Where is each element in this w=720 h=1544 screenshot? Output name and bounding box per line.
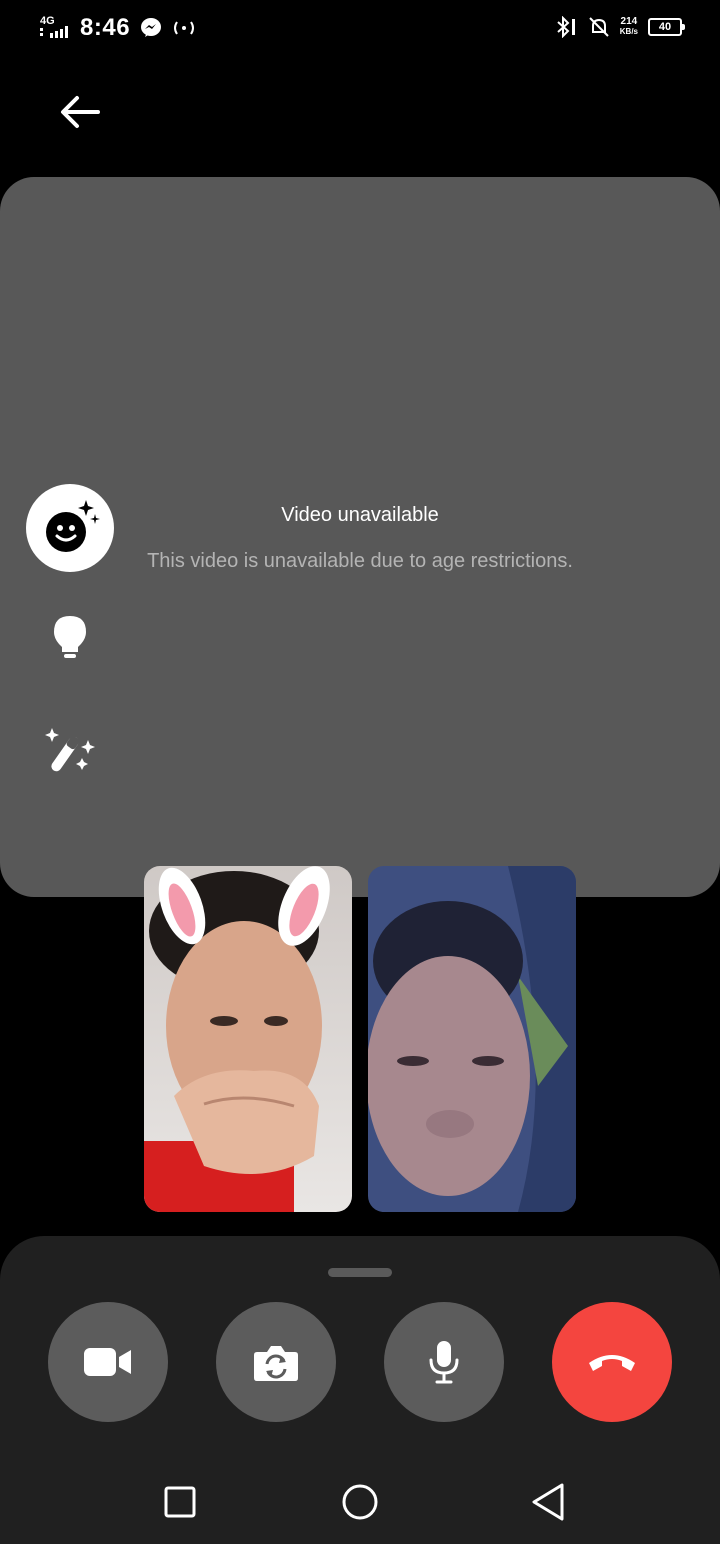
nav-back-button[interactable] [522,1476,574,1528]
signal-indicator: 4G [40,16,70,40]
battery-indicator: 40 [648,18,685,36]
magic-wand-icon [45,728,95,772]
microphone-icon [429,1341,459,1384]
self-video-image [144,866,352,1212]
status-bar: 4G 8:46 214 KB/s 40 [0,0,720,56]
recents-button[interactable] [154,1476,206,1528]
video-unavailable-message: This video is unavailable due to age res… [147,550,573,572]
effects-icon [46,500,100,552]
home-circle-icon [342,1484,378,1520]
back-button[interactable] [56,88,104,136]
microphone-button[interactable] [384,1302,504,1422]
lightbulb-icon [54,616,86,658]
muted-bell-icon [589,17,609,37]
filters-button[interactable] [44,724,96,776]
camera-switch-icon [254,1346,298,1381]
status-time: 8:46 [80,14,131,41]
effects-button[interactable] [26,484,114,572]
hotspot-icon [174,21,195,35]
back-triangle-icon [532,1483,564,1521]
sheet-drag-handle[interactable] [328,1268,392,1277]
camera-toggle-button[interactable] [48,1302,168,1422]
lighting-button[interactable] [44,612,96,664]
video-camera-icon [84,1348,131,1376]
flip-camera-button[interactable] [216,1302,336,1422]
phone-hangup-icon [589,1355,635,1371]
remote-video-image [368,866,576,1212]
home-button[interactable] [334,1476,386,1528]
self-video-thumbnail[interactable] [144,866,352,1212]
arrow-left-icon [61,96,100,128]
messenger-icon [141,18,162,37]
end-call-button[interactable] [552,1302,672,1422]
signal-bars-icon [40,26,68,38]
remote-video-thumbnail[interactable] [368,866,576,1212]
network-speed: 214 KB/s [619,16,638,37]
bluetooth-icon [557,16,575,38]
recents-square-icon [164,1486,196,1518]
